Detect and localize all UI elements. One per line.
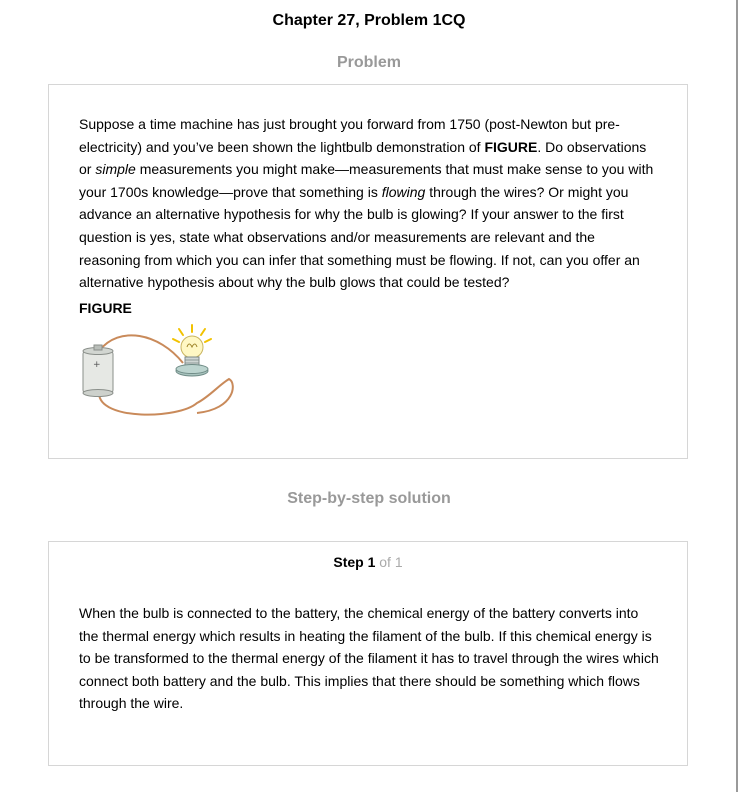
step-header: Step 1 of 1 <box>49 554 687 570</box>
solution-card: Step 1 of 1 When the bulb is connected t… <box>48 541 688 766</box>
step-of-label: of 1 <box>379 554 403 570</box>
problem-card: Suppose a time machine has just brought … <box>48 84 688 459</box>
lightbulb-icon <box>175 335 209 377</box>
battery-icon: + <box>82 344 114 397</box>
solution-text: When the bulb is connected to the batter… <box>79 605 659 712</box>
solution-heading: Step-by-step solution <box>287 490 451 507</box>
battery-plus-sign: + <box>93 360 101 370</box>
step-label: Step 1 <box>333 554 376 570</box>
problem-text: Suppose a time machine has just brought … <box>79 113 659 294</box>
battery-lightbulb-circuit-illustration: + <box>82 324 234 416</box>
problem-text-segment: simple <box>95 161 136 178</box>
problem-text-segment: FIGURE <box>484 138 538 155</box>
problem-heading: Problem <box>336 54 401 71</box>
figure-label: FIGURE <box>79 300 132 316</box>
wire-bottom <box>98 377 234 416</box>
problem-text-segment: flowing <box>381 183 426 200</box>
page-title: Chapter 27, Problem 1CQ <box>272 12 466 29</box>
